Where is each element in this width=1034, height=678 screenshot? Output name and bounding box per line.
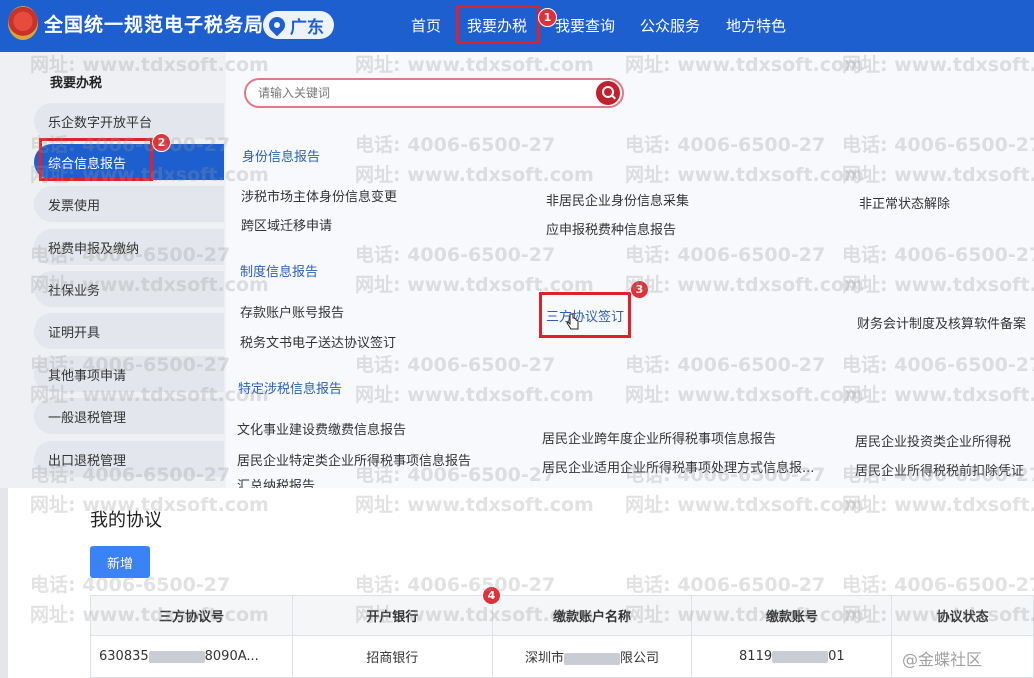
column-header: 缴款账户名称 [491,595,693,636]
annotation-box-sidebar [39,138,153,181]
link-nonresident-identity[interactable]: 非居民企业身份信息采集 [546,190,689,209]
link-identity-change[interactable]: 涉税市场主体身份信息变更 [241,186,397,205]
nav-local-features[interactable]: 地方特色 [726,15,786,36]
sidebar-item-invoice-use[interactable]: 发票使用 [34,186,224,222]
link-pretax-deduction[interactable]: 居民企业所得税税前扣除凭证 [855,460,1024,479]
sidebar-item-export-refund[interactable]: 出口退税管理 [34,441,224,477]
redacted-block [564,652,621,665]
nav-home[interactable]: 首页 [411,15,441,36]
step-marker-4: 4 [482,586,501,605]
my-agreements-page: 我的协议 新增 三方协议号 开户银行 缴款账户名称 缴款账号 协议状态 6308… [0,488,1034,678]
sidebar-heading: 我要办税 [50,76,103,91]
search-input[interactable] [258,86,578,100]
step-marker-1: 1 [538,8,557,27]
page-title: 我的协议 [90,510,162,531]
link-accounting-system-filing[interactable]: 财务会计制度及核算软件备案 [857,313,1026,332]
sidebar-item-social-security[interactable]: 社保业务 [34,271,224,307]
step-marker-3: 3 [630,280,649,299]
column-header: 开户银行 [291,595,493,636]
link-e-delivery-agreement[interactable]: 税务文书电子送达协议签订 [240,332,396,351]
link-eit-treatment-report[interactable]: 居民企业适用企业所得税事项处理方式信息报... [542,457,814,476]
region-selector[interactable]: 广东 [263,11,334,39]
agreement-number-cell: 630835 8090A... [90,635,293,678]
link-cross-region-migration[interactable]: 跨区域迁移申请 [241,215,332,234]
section-title-identity: 身份信息报告 [242,150,321,165]
site-title: 全国统一规范电子税务局 [44,14,265,36]
sidebar-item-tax-declaration[interactable]: 税费申报及缴纳 [34,229,224,265]
column-header: 协议状态 [891,595,1034,636]
left-scroll-strip [0,488,8,678]
bank-cell: 招商银行 [291,635,493,678]
sidebar-item-general-refund[interactable]: 一般退税管理 [34,398,224,434]
link-investment-eit[interactable]: 居民企业投资类企业所得税 [855,431,1011,450]
add-agreement-button[interactable]: 新增 [90,546,150,578]
keyword-search [244,78,624,108]
redacted-block [148,650,205,663]
table-row[interactable]: 630835 8090A... 招商银行 深圳市 限公司 8119 01 [90,635,1034,678]
region-label: 广东 [290,17,324,38]
link-cultural-fee-report[interactable]: 文化事业建设费缴费信息报告 [237,419,406,438]
link-tax-type-report[interactable]: 应申报税费种信息报告 [546,219,676,238]
account-name-prefix: 深圳市 [525,651,565,666]
do-tax-dropdown-panel: 我要办税 乐企数字开放平台 综合信息报告 发票使用 税费申报及缴纳 社保业务 证… [0,52,1034,494]
account-name-cell: 深圳市 限公司 [491,635,693,678]
community-watermark: @金蝶社区 [902,650,983,669]
nav-public-service[interactable]: 公众服务 [640,15,700,36]
redacted-block [772,650,829,663]
sidebar-item-certificate[interactable]: 证明开具 [34,313,224,349]
nav-query[interactable]: 我要查询 [555,15,615,36]
tax-emblem-logo [8,6,38,40]
annotation-box-nav [456,5,540,44]
table-header-row: 三方协议号 开户银行 缴款账户名称 缴款账号 协议状态 [90,595,1034,636]
link-special-eit-report[interactable]: 居民企业特定类企业所得税事项信息报告 [237,450,471,469]
menu-content: 身份信息报告 涉税市场主体身份信息变更 跨区域迁移申请 非居民企业身份信息采集 … [226,52,1034,494]
step-marker-2: 2 [152,133,171,152]
account-number-suffix: 01 [828,649,845,664]
location-pin-icon [265,13,289,37]
link-abnormal-status-release[interactable]: 非正常状态解除 [859,193,950,212]
sidebar-item-leqi-platform[interactable]: 乐企数字开放平台 [34,103,224,139]
column-header: 三方协议号 [90,595,293,636]
account-number-prefix: 8119 [739,649,773,664]
sidebar: 我要办税 乐企数字开放平台 综合信息报告 发票使用 税费申报及缴纳 社保业务 证… [0,52,226,488]
link-cross-year-eit-report[interactable]: 居民企业跨年度企业所得税事项信息报告 [542,428,776,447]
sidebar-item-other-requests[interactable]: 其他事项申请 [34,356,224,392]
section-title-system: 制度信息报告 [240,265,319,280]
link-bank-account-report[interactable]: 存款账户账号报告 [240,302,344,321]
annotation-box-tripartite [539,292,631,338]
agreement-number-prefix: 630835 [99,649,149,664]
search-icon[interactable] [596,81,620,105]
column-header: 缴款账号 [691,595,893,636]
section-title-specific: 特定涉税信息报告 [238,382,343,397]
agreement-number-suffix: 8090A... [204,649,259,664]
account-number-cell: 8119 01 [691,635,893,678]
agreements-table: 三方协议号 开户银行 缴款账户名称 缴款账号 协议状态 630835 8090A.… [90,595,1034,678]
account-name-suffix: 限公司 [620,651,660,666]
